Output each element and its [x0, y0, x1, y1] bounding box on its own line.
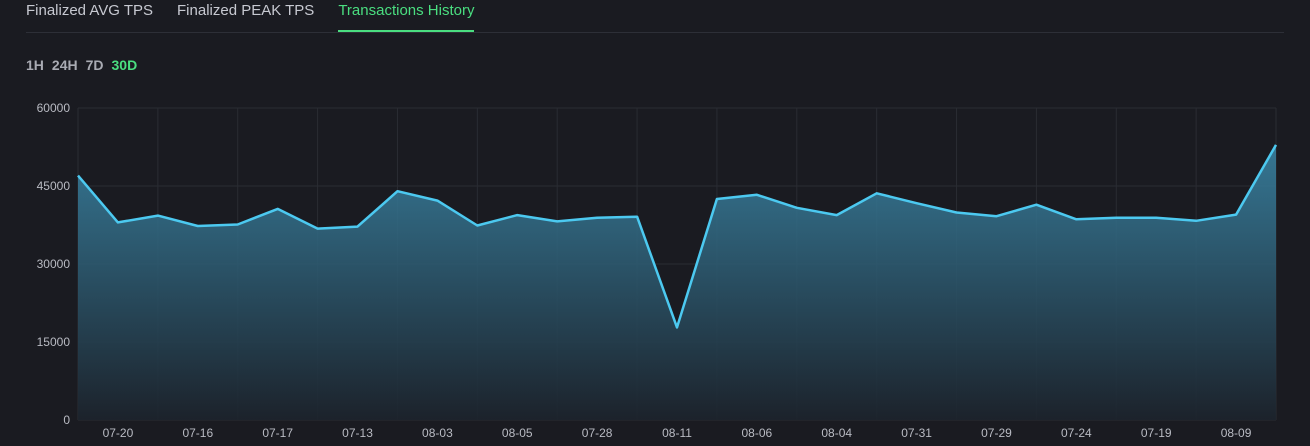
- y-tick-label: 45000: [37, 179, 71, 193]
- x-tick-label: 07-20: [103, 426, 134, 440]
- x-tick-label: 07-24: [1061, 426, 1092, 440]
- x-tick-label: 08-09: [1221, 426, 1252, 440]
- x-axis-ticks: 07-20 07-16 07-17 07-13 08-03 08-05 07-28 08-11…: [103, 426, 1252, 440]
- x-tick-label: 07-29: [981, 426, 1012, 440]
- y-tick-label: 30000: [37, 257, 71, 271]
- x-tick-label: 07-17: [262, 426, 293, 440]
- x-tick-label: 07-19: [1141, 426, 1172, 440]
- tps-chart-panel: Finalized AVG TPS Finalized PEAK TPS Tra…: [0, 0, 1310, 446]
- y-axis-ticks: 0 15000 30000 45000 60000: [37, 101, 71, 427]
- x-tick-label: 07-31: [901, 426, 932, 440]
- x-tick-label: 07-16: [182, 426, 213, 440]
- x-tick-label: 08-04: [821, 426, 852, 440]
- x-tick-label: 07-28: [582, 426, 613, 440]
- x-tick-label: 07-13: [342, 426, 373, 440]
- y-tick-label: 15000: [37, 335, 71, 349]
- x-tick-label: 08-11: [662, 426, 692, 440]
- y-tick-label: 60000: [37, 101, 71, 115]
- x-tick-label: 08-05: [502, 426, 533, 440]
- x-tick-label: 08-06: [742, 426, 773, 440]
- y-tick-label: 0: [63, 413, 70, 427]
- x-tick-label: 08-03: [422, 426, 453, 440]
- transactions-area-chart: 015000300004500060000 07-20 07-16 07-17 07-…: [37, 101, 1278, 440]
